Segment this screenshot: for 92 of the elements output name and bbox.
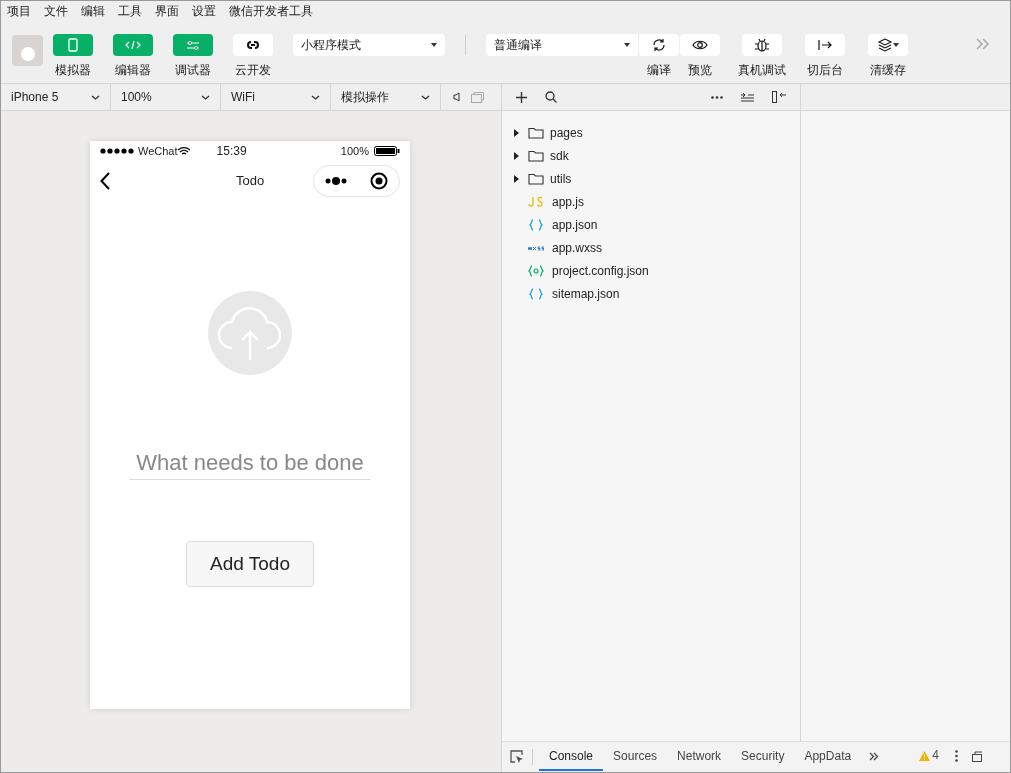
mode-label: 调试器	[175, 62, 211, 79]
carrier-label: WeChat	[138, 143, 178, 159]
devtools-tab[interactable]: Console	[539, 743, 604, 771]
mode-toggle-button[interactable]	[113, 34, 153, 56]
mode-toggle-button[interactable]	[233, 34, 273, 56]
expand-arrow-icon[interactable]	[514, 128, 519, 137]
split-icon[interactable]	[772, 91, 786, 103]
menu-item[interactable]: 工具	[118, 1, 142, 20]
devtools-tab[interactable]: Security	[731, 743, 795, 771]
kebab-icon[interactable]	[954, 750, 958, 762]
action-label: 真机调试	[738, 62, 786, 79]
exit-arrow-icon	[817, 38, 833, 52]
action-label: 切后台	[807, 62, 843, 79]
wifi-icon	[177, 146, 190, 156]
mode-label: 编辑器	[115, 62, 151, 79]
folder-item[interactable]: sdk	[550, 146, 569, 165]
menu-item[interactable]: 编辑	[81, 1, 105, 20]
toolbar-button[interactable]	[742, 34, 782, 56]
toolbar-button[interactable]	[680, 34, 720, 56]
mode-label: 模拟器	[55, 62, 91, 79]
chevron-down-icon	[201, 94, 210, 100]
mode-toggle-button[interactable]	[173, 34, 213, 56]
collapse-icon[interactable]	[741, 92, 754, 102]
folder-icon	[528, 148, 544, 163]
expand-arrow-icon[interactable]	[514, 151, 519, 160]
toolbar-button[interactable]	[868, 34, 908, 56]
sliders-icon	[185, 38, 201, 52]
signal-icon	[100, 148, 136, 154]
mode-label: 云开发	[235, 62, 271, 79]
folder-item[interactable]: pages	[550, 123, 583, 142]
menu-item[interactable]: 设置	[192, 1, 216, 20]
devtools-tab[interactable]: Sources	[603, 743, 668, 771]
phone-icon	[65, 38, 81, 52]
battery-icon	[374, 146, 400, 156]
simulator-dropdown[interactable]: WiFi	[221, 83, 331, 111]
caret-icon	[431, 43, 437, 47]
toolbar-button[interactable]	[639, 34, 679, 56]
file-item[interactable]: app.js	[552, 192, 585, 211]
speaker-icon[interactable]	[453, 92, 461, 102]
add-todo-button[interactable]: Add Todo	[186, 541, 314, 587]
config-braces-icon	[528, 263, 544, 278]
search-icon[interactable]	[545, 91, 557, 103]
caret-icon	[624, 43, 630, 47]
action-label: 编译	[647, 62, 671, 79]
menu-item[interactable]: 文件	[44, 1, 68, 20]
layers-icon	[877, 38, 893, 52]
todo-input[interactable]: What needs to be done	[129, 446, 371, 480]
file-item[interactable]: app.json	[552, 215, 598, 234]
menu-dots-icon[interactable]	[325, 177, 348, 185]
devtools-tab[interactable]: Network	[667, 743, 732, 771]
battery-label: 100%	[340, 143, 369, 159]
simulator-dropdown[interactable]: 模拟操作	[331, 83, 441, 111]
ellipsis-icon[interactable]	[711, 95, 723, 99]
add-icon[interactable]	[516, 91, 527, 103]
folder-icon	[528, 171, 544, 186]
chevron-down-icon	[421, 94, 430, 100]
chevron-down-icon	[311, 94, 320, 100]
more-tabs-icon[interactable]	[869, 752, 880, 761]
file-item[interactable]: app.wxss	[552, 238, 603, 257]
compile-dropdown[interactable]: 普通编译	[486, 34, 638, 56]
page-title: Todo	[236, 172, 265, 191]
dock-icon[interactable]	[971, 751, 982, 762]
bug-icon	[754, 38, 770, 52]
js-file-icon	[528, 194, 544, 209]
mode-dropdown[interactable]: 小程序模式	[293, 34, 445, 56]
menu-item[interactable]: 项目	[7, 1, 31, 20]
refresh-icon	[651, 38, 667, 52]
mode-toggle-button[interactable]	[53, 34, 93, 56]
file-item[interactable]: project.config.json	[552, 261, 649, 280]
braces-icon	[528, 286, 544, 301]
caret-icon	[893, 43, 899, 47]
back-icon[interactable]	[100, 172, 110, 190]
folder-item[interactable]: utils	[550, 169, 572, 188]
close-icon[interactable]	[369, 172, 388, 190]
inspect-icon[interactable]	[510, 750, 524, 764]
code-icon	[125, 38, 141, 52]
link-icon	[245, 38, 261, 52]
file-item[interactable]: sitemap.json	[552, 284, 620, 303]
simulator-dropdown[interactable]: iPhone 5	[1, 83, 111, 111]
folder-icon	[528, 125, 544, 140]
action-label: 清缓存	[870, 62, 906, 79]
action-label: 预览	[688, 62, 712, 79]
simulator-dropdown[interactable]: 100%	[111, 83, 221, 111]
warning-count[interactable]: 4	[932, 746, 939, 764]
status-time: 15:39	[216, 143, 247, 160]
eye-icon	[692, 38, 708, 52]
devtools-tab[interactable]: AppData	[794, 743, 862, 771]
expand-arrow-icon[interactable]	[514, 174, 519, 183]
braces-icon	[528, 217, 544, 232]
menu-item[interactable]: 界面	[155, 1, 179, 20]
chevron-down-icon	[91, 94, 100, 100]
menu-item[interactable]: 微信开发者工具	[229, 1, 313, 20]
